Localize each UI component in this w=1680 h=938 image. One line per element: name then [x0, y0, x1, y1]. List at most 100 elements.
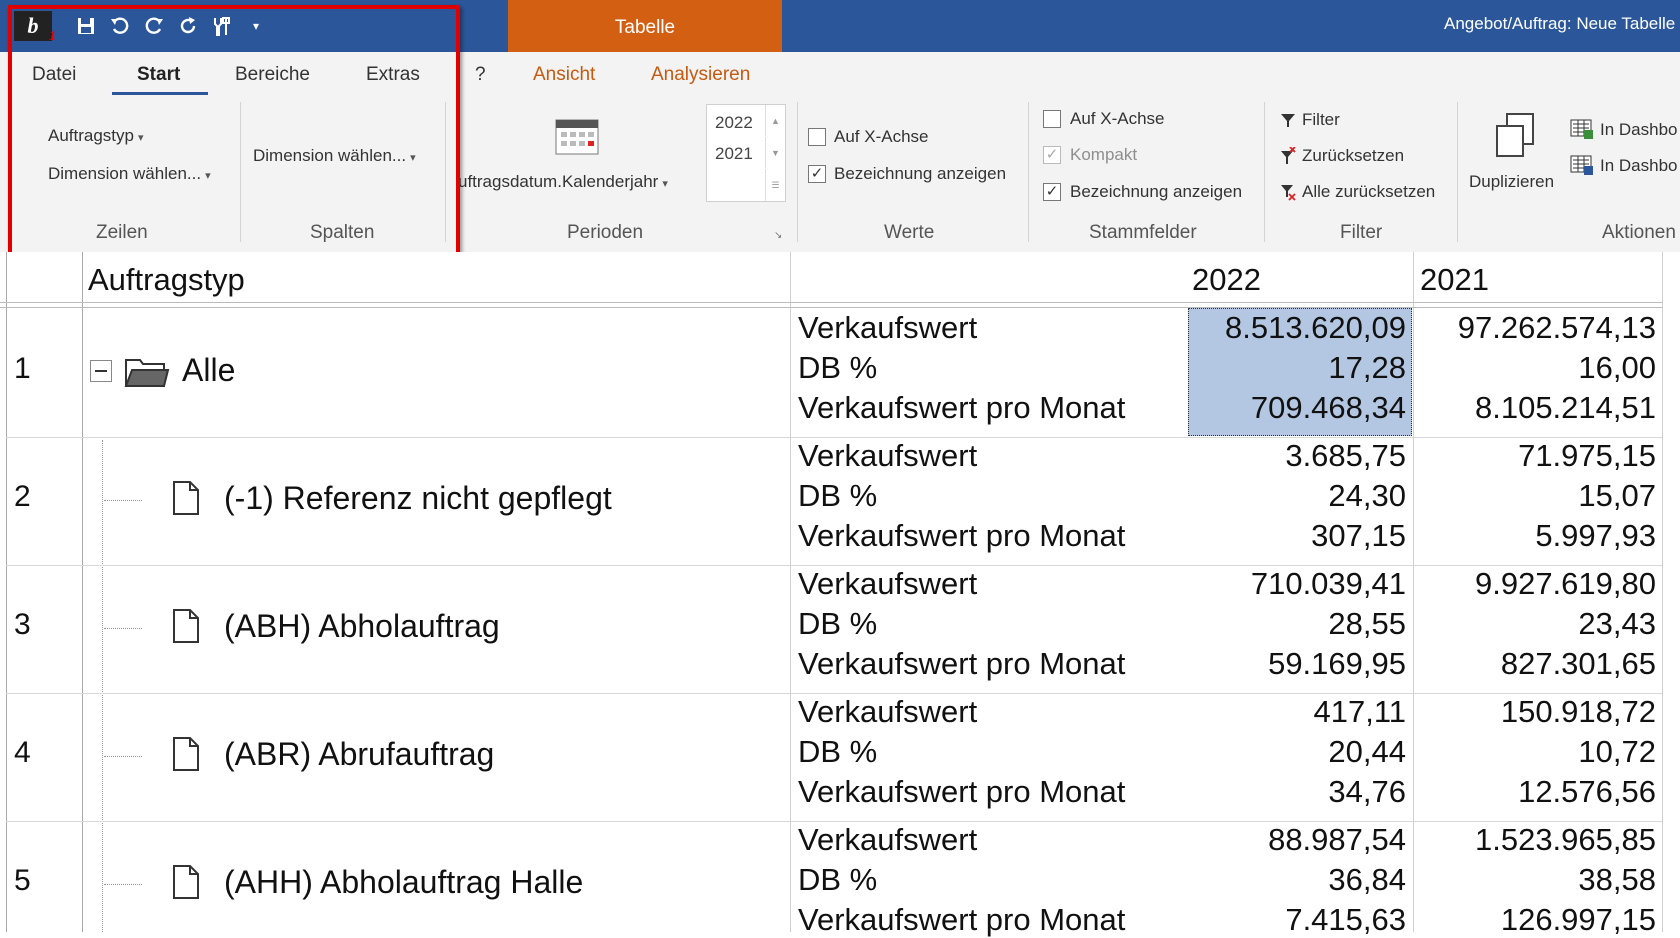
value-cell[interactable]: 97.262.574,13: [1458, 310, 1656, 346]
value-cell[interactable]: 10,72: [1578, 734, 1656, 770]
value-cell[interactable]: 709.468,34: [1251, 390, 1406, 426]
year-item[interactable]: 2021: [715, 144, 753, 164]
collapse-icon[interactable]: [90, 360, 112, 382]
reset-all-filters-label: Alle zurücksetzen: [1302, 182, 1436, 201]
value-cell[interactable]: 3.685,75: [1285, 438, 1406, 474]
tree-line: [104, 884, 142, 885]
tab-help[interactable]: ?: [475, 64, 486, 86]
perioden-field-dropdown[interactable]: uftragsdatum.Kalenderjahr ▾: [458, 172, 668, 192]
in-dashboard-button-2[interactable]: In Dashbo: [1600, 156, 1678, 176]
grid-line: [1413, 252, 1414, 932]
reset-filter-button[interactable]: Zurücksetzen: [1280, 146, 1404, 166]
value-cell[interactable]: 28,55: [1328, 606, 1406, 642]
value-cell[interactable]: 710.039,41: [1251, 566, 1406, 602]
value-cell[interactable]: 15,07: [1578, 478, 1656, 514]
group-label-aktionen: Aktionen: [1602, 222, 1676, 243]
row-label[interactable]: (-1) Referenz nicht gepflegt: [224, 480, 612, 517]
filter-button[interactable]: Filter: [1280, 110, 1340, 130]
grid-line: [0, 307, 1662, 308]
row-number: 1: [14, 352, 31, 385]
tab-analysieren[interactable]: Analysieren: [651, 64, 750, 86]
value-cell[interactable]: 150.918,72: [1501, 694, 1656, 730]
row-number: 3: [14, 608, 31, 641]
measure-label: DB %: [798, 606, 878, 641]
value-cell[interactable]: 71.975,15: [1518, 438, 1656, 474]
werte-auf-x-achse-checkbox[interactable]: [808, 128, 826, 146]
dashboard-icon: [1570, 154, 1594, 181]
werte-auf-x-achse-label: Auf X-Achse: [834, 127, 929, 146]
measure-label: Verkaufswert: [798, 566, 978, 601]
header-year-2021[interactable]: 2021: [1420, 262, 1489, 298]
group-separator: [1457, 102, 1458, 242]
value-cell[interactable]: 307,15: [1311, 518, 1406, 554]
tree-line: [102, 440, 104, 932]
value-cell[interactable]: 827.301,65: [1501, 646, 1656, 682]
value-cell[interactable]: 59.169,95: [1268, 646, 1406, 682]
document-icon: [172, 480, 200, 516]
group-separator: [1028, 102, 1029, 242]
value-cell[interactable]: 12.576,56: [1518, 774, 1656, 810]
group-label-stammfelder: Stammfelder: [1089, 222, 1197, 243]
group-separator: [797, 102, 798, 242]
row-label[interactable]: (ABR) Abrufauftrag: [224, 736, 494, 773]
stamm-auf-x-achse-label: Auf X-Achse: [1070, 109, 1165, 128]
row-label[interactable]: (ABH) Abholauftrag: [224, 608, 500, 645]
value-cell[interactable]: 7.415,63: [1285, 902, 1406, 938]
value-cell[interactable]: 17,28: [1328, 350, 1406, 386]
grid-line: [0, 302, 1662, 303]
measure-label: Verkaufswert pro Monat: [798, 774, 1126, 809]
document-icon: [172, 736, 200, 772]
measure-label: Verkaufswert: [798, 822, 978, 857]
value-cell[interactable]: 23,43: [1578, 606, 1656, 642]
duplicate-button[interactable]: Duplizieren: [1469, 172, 1554, 192]
reset-all-filters-button[interactable]: Alle zurücksetzen: [1280, 182, 1435, 202]
measure-label: Verkaufswert pro Monat: [798, 518, 1126, 553]
row-label[interactable]: Alle: [182, 352, 235, 389]
werte-bezeichnung-checkbox[interactable]: ✓: [808, 165, 826, 183]
row-number: 2: [14, 480, 31, 513]
tab-ansicht[interactable]: Ansicht: [533, 64, 595, 86]
dialog-launcher-icon[interactable]: ↘: [774, 230, 782, 241]
scroll-down-icon[interactable]: ▼: [765, 137, 785, 168]
scroll-up-icon[interactable]: ▲: [765, 105, 785, 136]
row-label[interactable]: (AHH) Abholauftrag Halle: [224, 864, 583, 901]
value-cell[interactable]: 16,00: [1578, 350, 1656, 386]
stamm-kompakt-checkbox: ✓: [1043, 146, 1061, 164]
duplicate-icon[interactable]: [1494, 112, 1536, 163]
row-number: 4: [14, 736, 31, 769]
year-item[interactable]: 2022: [715, 113, 753, 133]
in-dashboard-button-1[interactable]: In Dashbo: [1600, 120, 1678, 140]
reset-all-filters-icon: [1281, 185, 1296, 201]
value-cell[interactable]: 38,58: [1578, 862, 1656, 898]
calendar-icon[interactable]: [554, 116, 600, 156]
document-icon: [172, 864, 200, 900]
value-cell[interactable]: 24,30: [1328, 478, 1406, 514]
year-list[interactable]: 2022 2021 ▲ ▼ ☰: [706, 104, 786, 202]
value-cell[interactable]: 34,76: [1328, 774, 1406, 810]
expand-list-icon[interactable]: ☰: [765, 169, 785, 201]
header-dimension[interactable]: Auftragstyp: [88, 262, 245, 298]
value-cell[interactable]: 8.513.620,09: [1225, 310, 1406, 346]
filter-label: Filter: [1302, 110, 1340, 129]
stamm-auf-x-achse-checkbox[interactable]: [1043, 110, 1061, 128]
group-label-werte: Werte: [884, 222, 935, 243]
value-cell[interactable]: 126.997,15: [1501, 902, 1656, 938]
value-cell[interactable]: 417,11: [1313, 694, 1406, 730]
value-cell[interactable]: 8.105.214,51: [1475, 390, 1656, 426]
measure-label: DB %: [798, 862, 878, 897]
filter-icon: [1281, 114, 1295, 127]
grid-line: [1662, 252, 1663, 932]
header-year-2022[interactable]: 2022: [1192, 262, 1261, 298]
measure-label: DB %: [798, 734, 878, 769]
group-separator: [1264, 102, 1265, 242]
value-cell[interactable]: 88.987,54: [1268, 822, 1406, 858]
value-cell[interactable]: 9.927.619,80: [1475, 566, 1656, 602]
measure-label: Verkaufswert pro Monat: [798, 902, 1126, 937]
reset-filter-icon: [1281, 147, 1296, 164]
stamm-kompakt-label: Kompakt: [1070, 145, 1138, 164]
value-cell[interactable]: 5.997,93: [1535, 518, 1656, 554]
value-cell[interactable]: 1.523.965,85: [1475, 822, 1656, 858]
value-cell[interactable]: 36,84: [1328, 862, 1406, 898]
value-cell[interactable]: 20,44: [1328, 734, 1406, 770]
stamm-bezeichnung-checkbox[interactable]: ✓: [1043, 183, 1061, 201]
